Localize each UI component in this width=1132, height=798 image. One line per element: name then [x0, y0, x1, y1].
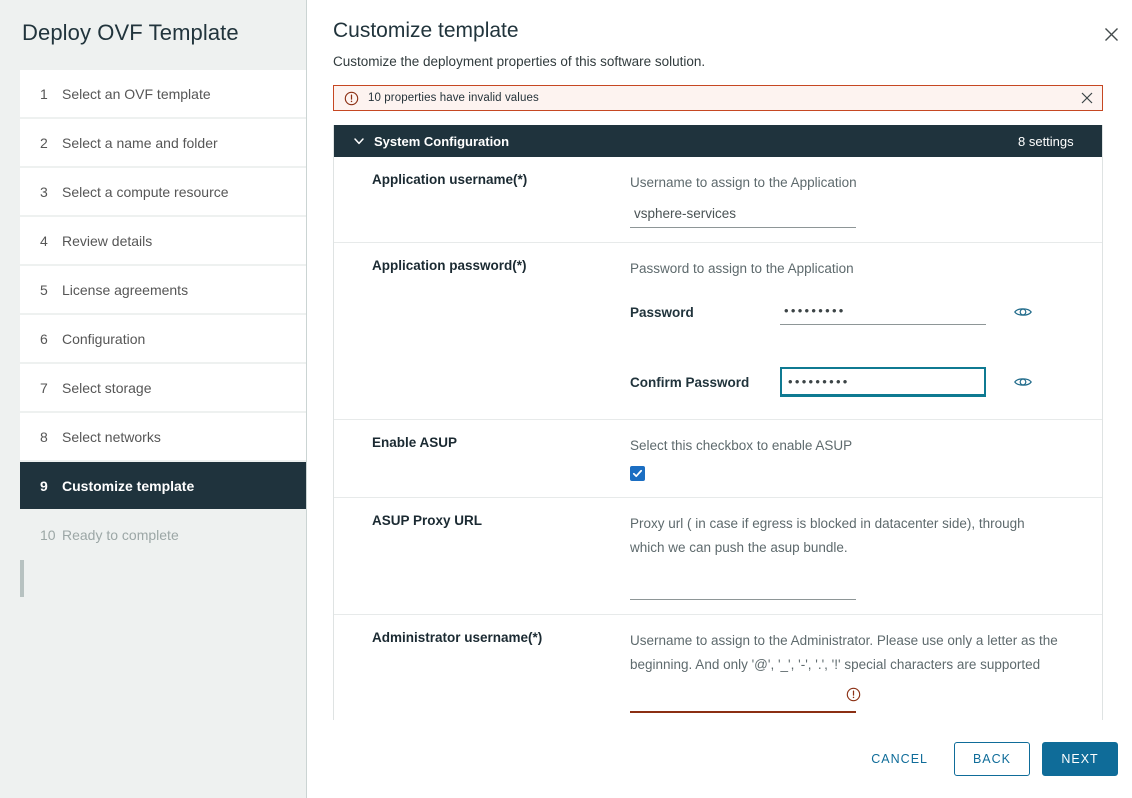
- row-body: Username to assign to the Application: [630, 171, 1102, 228]
- table-row: Administrator username(*) Username to as…: [334, 615, 1102, 722]
- eye-icon[interactable]: [1012, 301, 1034, 323]
- sidebar-item-select-compute-resource[interactable]: 3 Select a compute resource: [20, 168, 306, 217]
- row-description: Username to assign to the Administrator.…: [630, 629, 1062, 677]
- step-label: Customize template: [62, 478, 194, 494]
- sidebar-item-customize-template[interactable]: 9 Customize template: [20, 462, 306, 511]
- sidebar-item-select-ovf-template[interactable]: 1 Select an OVF template: [20, 70, 306, 119]
- confirm-password-label: Confirm Password: [630, 375, 780, 390]
- validation-alert: 10 properties have invalid values: [333, 85, 1103, 111]
- step-label: Select a compute resource: [62, 184, 229, 200]
- table-row: ASUP Proxy URL Proxy url ( in case if eg…: [334, 498, 1102, 615]
- row-description: Proxy url ( in case if egress is blocked…: [630, 512, 1060, 560]
- step-number: 5: [40, 282, 62, 298]
- table-row: Application password(*) Password to assi…: [334, 243, 1102, 420]
- deploy-ovf-template-wizard: Deploy OVF Template 1 Select an OVF temp…: [0, 0, 1132, 798]
- sidebar-item-select-storage[interactable]: 7 Select storage: [20, 364, 306, 413]
- application-username-input[interactable]: [630, 202, 856, 228]
- sidebar-item-review-details[interactable]: 4 Review details: [20, 217, 306, 266]
- cancel-button[interactable]: CANCEL: [853, 742, 946, 776]
- step-number: 9: [40, 478, 62, 494]
- step-label: Select storage: [62, 380, 152, 396]
- error-circle-icon: [846, 687, 861, 702]
- step-label: Select a name and folder: [62, 135, 218, 151]
- error-circle-icon: [343, 90, 359, 106]
- row-description: Password to assign to the Application: [630, 257, 1088, 281]
- password-row: Password: [630, 297, 1088, 327]
- group-settings-count: 8 settings: [1018, 134, 1074, 149]
- sidebar-item-license-agreements[interactable]: 5 License agreements: [20, 266, 306, 315]
- row-label: Enable ASUP: [334, 434, 630, 481]
- step-label: Select networks: [62, 429, 161, 445]
- eye-icon[interactable]: [1012, 371, 1034, 393]
- password-label: Password: [630, 305, 780, 320]
- step-label: Configuration: [62, 331, 145, 347]
- enable-asup-checkbox[interactable]: [630, 466, 645, 481]
- step-number: 7: [40, 380, 62, 396]
- sidebar-item-ready-to-complete: 10 Ready to complete: [20, 511, 306, 560]
- step-label: Select an OVF template: [62, 86, 211, 102]
- row-description: Select this checkbox to enable ASUP: [630, 434, 1088, 458]
- row-body: Select this checkbox to enable ASUP: [630, 434, 1102, 481]
- table-row: Enable ASUP Select this checkbox to enab…: [334, 420, 1102, 498]
- step-number: 6: [40, 331, 62, 347]
- row-label: Administrator username(*): [334, 629, 630, 713]
- row-label: Application password(*): [334, 257, 630, 419]
- step-number: 2: [40, 135, 62, 151]
- step-label: Ready to complete: [62, 527, 179, 543]
- administrator-username-field-wrap: [630, 677, 880, 713]
- next-button[interactable]: NEXT: [1042, 742, 1118, 776]
- confirm-password-row: Confirm Password: [630, 367, 1088, 397]
- step-number: 4: [40, 233, 62, 249]
- group-title: System Configuration: [374, 134, 509, 149]
- alert-close-icon[interactable]: [1079, 90, 1095, 106]
- row-body: Password to assign to the Application Pa…: [630, 257, 1102, 419]
- asup-proxy-url-input[interactable]: [630, 574, 856, 600]
- wizard-footer: CANCEL BACK NEXT: [307, 720, 1132, 798]
- page-subtitle: Customize the deployment properties of t…: [333, 45, 1120, 71]
- back-button[interactable]: BACK: [954, 742, 1030, 776]
- step-number: 10: [40, 527, 62, 543]
- confirm-password-input[interactable]: [780, 367, 986, 397]
- wizard-main-panel: Customize template Customize the deploym…: [307, 0, 1132, 798]
- row-label: Application username(*): [334, 171, 630, 228]
- sidebar-item-select-networks[interactable]: 8 Select networks: [20, 413, 306, 462]
- row-body: Username to assign to the Administrator.…: [630, 629, 1102, 713]
- step-number: 3: [40, 184, 62, 200]
- sidebar-item-select-name-and-folder[interactable]: 2 Select a name and folder: [20, 119, 306, 168]
- sidebar-item-configuration[interactable]: 6 Configuration: [20, 315, 306, 364]
- chevron-down-icon[interactable]: [352, 134, 366, 148]
- step-number: 8: [40, 429, 62, 445]
- close-icon[interactable]: [1098, 21, 1124, 47]
- step-label: License agreements: [62, 282, 188, 298]
- alert-message: 10 properties have invalid values: [368, 92, 1079, 104]
- settings-table: System Configuration 8 settings Applicat…: [333, 125, 1103, 722]
- password-fields: Password Confirm Password: [630, 297, 1088, 397]
- group-header-system-configuration[interactable]: System Configuration 8 settings: [334, 125, 1102, 157]
- row-description: Username to assign to the Application: [630, 171, 1088, 195]
- wizard-title: Deploy OVF Template: [0, 0, 306, 70]
- page-title: Customize template: [333, 0, 1120, 45]
- table-row: Application username(*) Username to assi…: [334, 157, 1102, 243]
- row-label: ASUP Proxy URL: [334, 512, 630, 600]
- administrator-username-input[interactable]: [630, 687, 856, 713]
- wizard-sidebar: Deploy OVF Template 1 Select an OVF temp…: [0, 0, 307, 798]
- wizard-steps: 1 Select an OVF template 2 Select a name…: [0, 70, 306, 560]
- step-number: 1: [40, 86, 62, 102]
- application-password-input[interactable]: [780, 299, 986, 325]
- step-label: Review details: [62, 233, 152, 249]
- row-body: Proxy url ( in case if egress is blocked…: [630, 512, 1102, 600]
